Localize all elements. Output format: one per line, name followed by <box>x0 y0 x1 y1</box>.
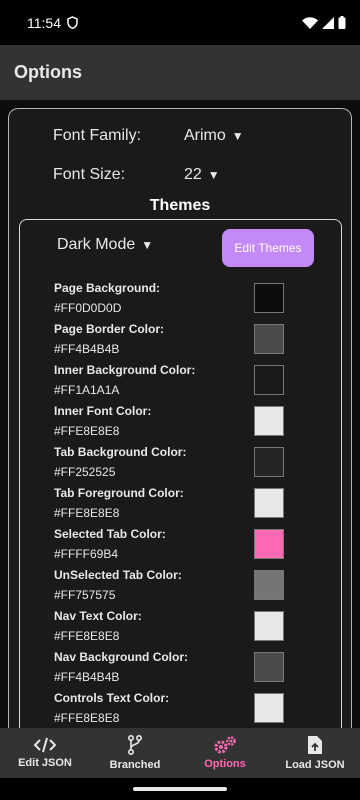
nav-branched[interactable]: Branched <box>90 728 180 778</box>
color-item: Nav Background Color: #FF4B4B4B <box>54 650 314 691</box>
color-item: Page Background: #FF0D0D0D <box>54 281 314 322</box>
font-family-value: Arimo <box>184 127 226 144</box>
font-size-label: Font Size: <box>53 166 126 183</box>
color-swatch[interactable] <box>254 447 284 477</box>
color-label: Controls Text Color: <box>54 691 170 705</box>
color-label: Inner Font Color: <box>54 404 152 418</box>
font-size-value: 22 <box>184 166 202 183</box>
nav-options[interactable]: Options <box>180 728 270 778</box>
signal-icon <box>322 16 334 29</box>
color-label: Tab Foreground Color: <box>54 486 184 500</box>
color-value: #FF4B4B4B <box>54 670 120 684</box>
color-value: #FF252525 <box>54 465 116 479</box>
color-label: Tab Background Color: <box>54 445 187 459</box>
nav-label: Branched <box>109 759 161 771</box>
dropdown-arrow-icon: ▼ <box>141 238 154 252</box>
dropdown-arrow-icon: ▼ <box>207 168 220 182</box>
font-family-row: Font Family: Arimo ▼ <box>53 127 244 145</box>
font-family-dropdown[interactable]: Arimo ▼ <box>184 127 244 145</box>
font-size-dropdown[interactable]: 22 ▼ <box>184 166 220 184</box>
color-item: UnSelected Tab Color: #FF757575 <box>54 568 314 609</box>
color-swatch[interactable] <box>254 406 284 436</box>
color-label: Nav Background Color: <box>54 650 189 664</box>
color-label: Nav Text Color: <box>54 609 142 623</box>
color-value: #FF0D0D0D <box>54 301 122 315</box>
color-swatch[interactable] <box>254 611 284 641</box>
themes-title: Themes <box>149 197 211 214</box>
color-swatch[interactable] <box>254 283 284 313</box>
color-label: Page Border Color: <box>54 322 165 336</box>
color-item: Tab Foreground Color: #FFE8E8E8 <box>54 486 314 527</box>
color-item: Inner Font Color: #FFE8E8E8 <box>54 404 314 445</box>
battery-icon <box>338 16 346 29</box>
color-label: UnSelected Tab Color: <box>54 568 182 582</box>
color-item: Page Border Color: #FF4B4B4B <box>54 322 314 363</box>
branch-icon <box>128 735 142 755</box>
color-label: Page Background: <box>54 281 161 295</box>
code-icon <box>34 737 56 753</box>
color-value: #FF757575 <box>54 588 116 602</box>
color-swatch[interactable] <box>254 324 284 354</box>
gears-icon <box>214 736 236 754</box>
bottom-nav: Edit JSON Branched Options Load JSON <box>0 728 360 778</box>
color-item: Selected Tab Color: #FFFF69B4 <box>54 527 314 568</box>
nav-label: Load JSON <box>285 759 345 771</box>
color-swatch[interactable] <box>254 693 284 723</box>
theme-mode-dropdown[interactable]: Dark Mode ▼ <box>57 236 153 254</box>
nav-edit-json[interactable]: Edit JSON <box>0 728 90 778</box>
font-size-row: Font Size: 22 ▼ <box>53 166 220 184</box>
home-gesture-bar[interactable] <box>133 787 227 791</box>
color-value: #FFE8E8E8 <box>54 711 120 725</box>
app-bar: Options <box>0 45 360 100</box>
color-item: Controls Text Color: #FFE8E8E8 <box>54 691 314 728</box>
color-label: Selected Tab Color: <box>54 527 166 541</box>
color-swatch[interactable] <box>254 652 284 682</box>
theme-mode-value: Dark Mode <box>57 236 136 253</box>
color-swatch[interactable] <box>254 570 284 600</box>
options-panel: Font Family: Arimo ▼ Font Size: 22 ▼ The… <box>8 108 352 728</box>
color-swatch[interactable] <box>254 365 284 395</box>
color-value: #FFFF69B4 <box>54 547 119 561</box>
dropdown-arrow-icon: ▼ <box>231 129 244 143</box>
color-swatch[interactable] <box>254 488 284 518</box>
color-item: Inner Background Color: #FF1A1A1A <box>54 363 314 404</box>
color-item: Nav Text Color: #FFE8E8E8 <box>54 609 314 650</box>
color-value: #FF1A1A1A <box>54 383 120 397</box>
vpn-shield-icon <box>67 16 78 29</box>
themes-box: Dark Mode ▼ Edit Themes Page Background:… <box>19 219 342 728</box>
page-title: Options <box>14 62 82 82</box>
color-swatch[interactable] <box>254 529 284 559</box>
color-value: #FFE8E8E8 <box>54 506 120 520</box>
wifi-icon <box>302 16 318 29</box>
color-value: #FFE8E8E8 <box>54 629 120 643</box>
nav-label: Edit JSON <box>18 757 72 769</box>
color-value: #FFE8E8E8 <box>54 424 120 438</box>
color-label: Inner Background Color: <box>54 363 196 377</box>
status-time: 11:54 <box>27 14 61 31</box>
font-family-label: Font Family: <box>53 127 142 144</box>
color-value: #FF4B4B4B <box>54 342 120 356</box>
gesture-area <box>0 778 360 800</box>
nav-load-json[interactable]: Load JSON <box>270 728 360 778</box>
status-bar: 11:54 <box>0 0 360 45</box>
edit-themes-button[interactable]: Edit Themes <box>222 229 314 267</box>
color-item: Tab Background Color: #FF252525 <box>54 445 314 486</box>
file-upload-icon <box>308 736 322 754</box>
nav-label: Options <box>204 758 246 770</box>
